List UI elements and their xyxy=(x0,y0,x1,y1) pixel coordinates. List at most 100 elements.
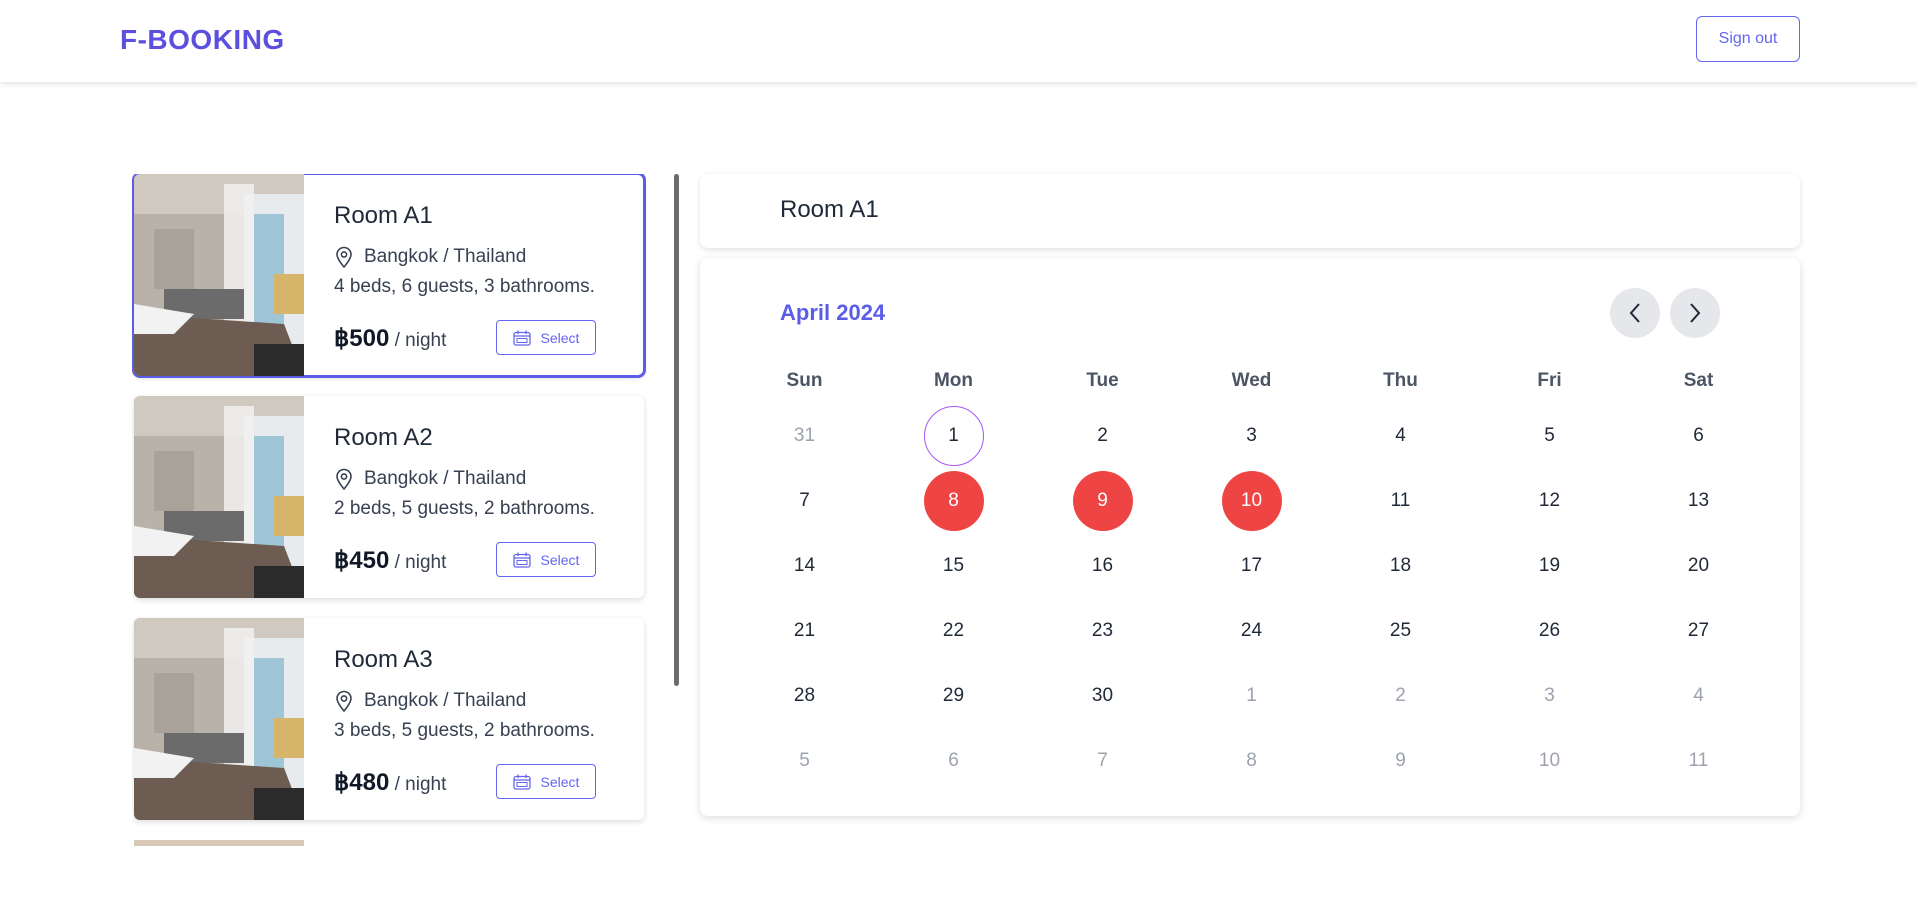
room-card-a1[interactable]: Room A1 Bangkok / Thailand 4 beds, 6 gue… xyxy=(132,174,646,378)
calendar-day-number: 24 xyxy=(1240,619,1263,641)
calendar-day-number: 3 xyxy=(1246,424,1257,446)
calendar-day[interactable]: 27 xyxy=(1624,598,1773,663)
price-amount: ฿480 xyxy=(334,769,390,796)
room-location: Bangkok / Thailand xyxy=(334,690,526,712)
select-label: Select xyxy=(540,773,580,790)
price-amount: ฿500 xyxy=(334,325,390,352)
calendar-day[interactable]: 4 xyxy=(1326,403,1475,468)
calendar-day[interactable]: 25 xyxy=(1326,598,1475,663)
brand-logo[interactable]: F-BOOKING xyxy=(120,24,285,56)
calendar-day-today[interactable]: 1 xyxy=(879,403,1028,468)
calendar-day[interactable]: 7 xyxy=(730,468,879,533)
room-card-a2[interactable]: Room A2 Bangkok / Thailand 2 beds, 5 gue… xyxy=(134,396,644,598)
calendar-day[interactable]: 11 xyxy=(1624,728,1773,793)
calendar-day-number: 12 xyxy=(1538,489,1561,511)
room-name: Room A1 xyxy=(334,202,433,229)
next-month-button[interactable] xyxy=(1670,288,1720,338)
price-amount: ฿450 xyxy=(334,547,390,574)
map-pin-icon xyxy=(336,690,352,712)
room-price: ฿480 / night xyxy=(334,768,446,797)
room-list-scrollbar[interactable] xyxy=(674,174,679,686)
calendar-day[interactable]: 8 xyxy=(1177,728,1326,793)
calendar-day[interactable]: 1 xyxy=(1177,663,1326,728)
calendar-icon xyxy=(512,330,531,346)
calendar-day[interactable]: 28 xyxy=(730,663,879,728)
calendar-day[interactable]: 11 xyxy=(1326,468,1475,533)
calendar-day-number: 27 xyxy=(1687,619,1710,641)
weekday-label: Tue xyxy=(1086,370,1119,391)
calendar-day[interactable]: 3 xyxy=(1475,663,1624,728)
calendar-day[interactable]: 21 xyxy=(730,598,879,663)
calendar-day-number: 8 xyxy=(1246,749,1257,771)
room-location-text: Bangkok / Thailand xyxy=(364,246,527,267)
calendar-day-number: 2 xyxy=(1097,424,1108,446)
calendar-day-number: 10 xyxy=(1221,470,1282,531)
calendar-day[interactable]: 10 xyxy=(1475,728,1624,793)
calendar-day[interactable]: 7 xyxy=(1028,728,1177,793)
calendar-day[interactable]: 14 xyxy=(730,533,879,598)
calendar-day-number: 18 xyxy=(1389,554,1412,576)
calendar-day-number: 3 xyxy=(1544,684,1555,706)
room-name: Room A3 xyxy=(334,646,433,673)
weekday-header-row: Sun Mon Tue Wed Thu Fri Sat xyxy=(730,370,1773,400)
calendar-day-booked[interactable]: 8 xyxy=(879,468,1028,533)
calendar-day[interactable]: 4 xyxy=(1624,663,1773,728)
map-pin-icon xyxy=(336,468,352,490)
calendar-day[interactable]: 6 xyxy=(879,728,1028,793)
calendar-day[interactable]: 26 xyxy=(1475,598,1624,663)
calendar-day[interactable]: 12 xyxy=(1475,468,1624,533)
calendar-day[interactable]: 18 xyxy=(1326,533,1475,598)
calendar-day[interactable]: 19 xyxy=(1475,533,1624,598)
calendar-icon xyxy=(512,774,531,790)
calendar-day[interactable]: 16 xyxy=(1028,533,1177,598)
prev-month-button[interactable] xyxy=(1610,288,1660,338)
room-price: ฿450 / night xyxy=(334,546,446,575)
calendar-day[interactable]: 13 xyxy=(1624,468,1773,533)
calendar-day[interactable]: 29 xyxy=(879,663,1028,728)
calendar-day[interactable]: 9 xyxy=(1326,728,1475,793)
calendar-day-number: 1 xyxy=(1246,684,1257,706)
calendar-day-booked[interactable]: 10 xyxy=(1177,468,1326,533)
room-card-a3[interactable]: Room A3 Bangkok / Thailand 3 beds, 5 gue… xyxy=(134,618,644,820)
calendar-day[interactable]: 24 xyxy=(1177,598,1326,663)
calendar-day-booked[interactable]: 9 xyxy=(1028,468,1177,533)
top-navbar: F-BOOKING Sign out xyxy=(0,0,1918,82)
calendar-day-number: 5 xyxy=(1544,424,1555,446)
calendar-day[interactable]: 3 xyxy=(1177,403,1326,468)
calendar-day[interactable]: 20 xyxy=(1624,533,1773,598)
calendar-day-number: 26 xyxy=(1538,619,1561,641)
room-details: 2 beds, 5 guests, 2 bathrooms. xyxy=(334,498,595,519)
room-name: Room A2 xyxy=(334,424,433,451)
calendar-day[interactable]: 22 xyxy=(879,598,1028,663)
calendar-day[interactable]: 5 xyxy=(1475,403,1624,468)
room-details: 4 beds, 6 guests, 3 bathrooms. xyxy=(334,276,595,297)
price-unit: / night xyxy=(394,330,447,351)
room-photo xyxy=(134,618,304,820)
calendar-day-number: 21 xyxy=(793,619,816,641)
calendar-day[interactable]: 17 xyxy=(1177,533,1326,598)
select-room-button[interactable]: Select xyxy=(496,542,596,577)
selected-room-header: Room A1 xyxy=(700,174,1800,248)
sign-out-button[interactable]: Sign out xyxy=(1696,16,1800,62)
calendar-day[interactable]: 30 xyxy=(1028,663,1177,728)
calendar-day[interactable]: 23 xyxy=(1028,598,1177,663)
select-room-button[interactable]: Select xyxy=(496,320,596,355)
select-room-button[interactable]: Select xyxy=(496,764,596,799)
calendar-month-label: April 2024 xyxy=(780,300,886,325)
room-list[interactable]: Room A1 Bangkok / Thailand 4 beds, 6 gue… xyxy=(132,174,652,846)
calendar-day-number: 5 xyxy=(799,749,810,771)
calendar-day-number: 1 xyxy=(923,405,984,466)
price-unit: / night xyxy=(394,552,447,573)
calendar-day[interactable]: 15 xyxy=(879,533,1028,598)
calendar-day-number: 29 xyxy=(942,684,965,706)
room-price: ฿500 / night xyxy=(334,324,446,353)
calendar-day[interactable]: 6 xyxy=(1624,403,1773,468)
calendar-day[interactable]: 31 xyxy=(730,403,879,468)
calendar-day[interactable]: 2 xyxy=(1326,663,1475,728)
calendar-day-number: 30 xyxy=(1091,684,1114,706)
calendar-day[interactable]: 2 xyxy=(1028,403,1177,468)
calendar-day[interactable]: 5 xyxy=(730,728,879,793)
calendar-day-number: 8 xyxy=(923,470,984,531)
calendar-day-number: 2 xyxy=(1395,684,1406,706)
calendar-day-number: 9 xyxy=(1072,470,1133,531)
